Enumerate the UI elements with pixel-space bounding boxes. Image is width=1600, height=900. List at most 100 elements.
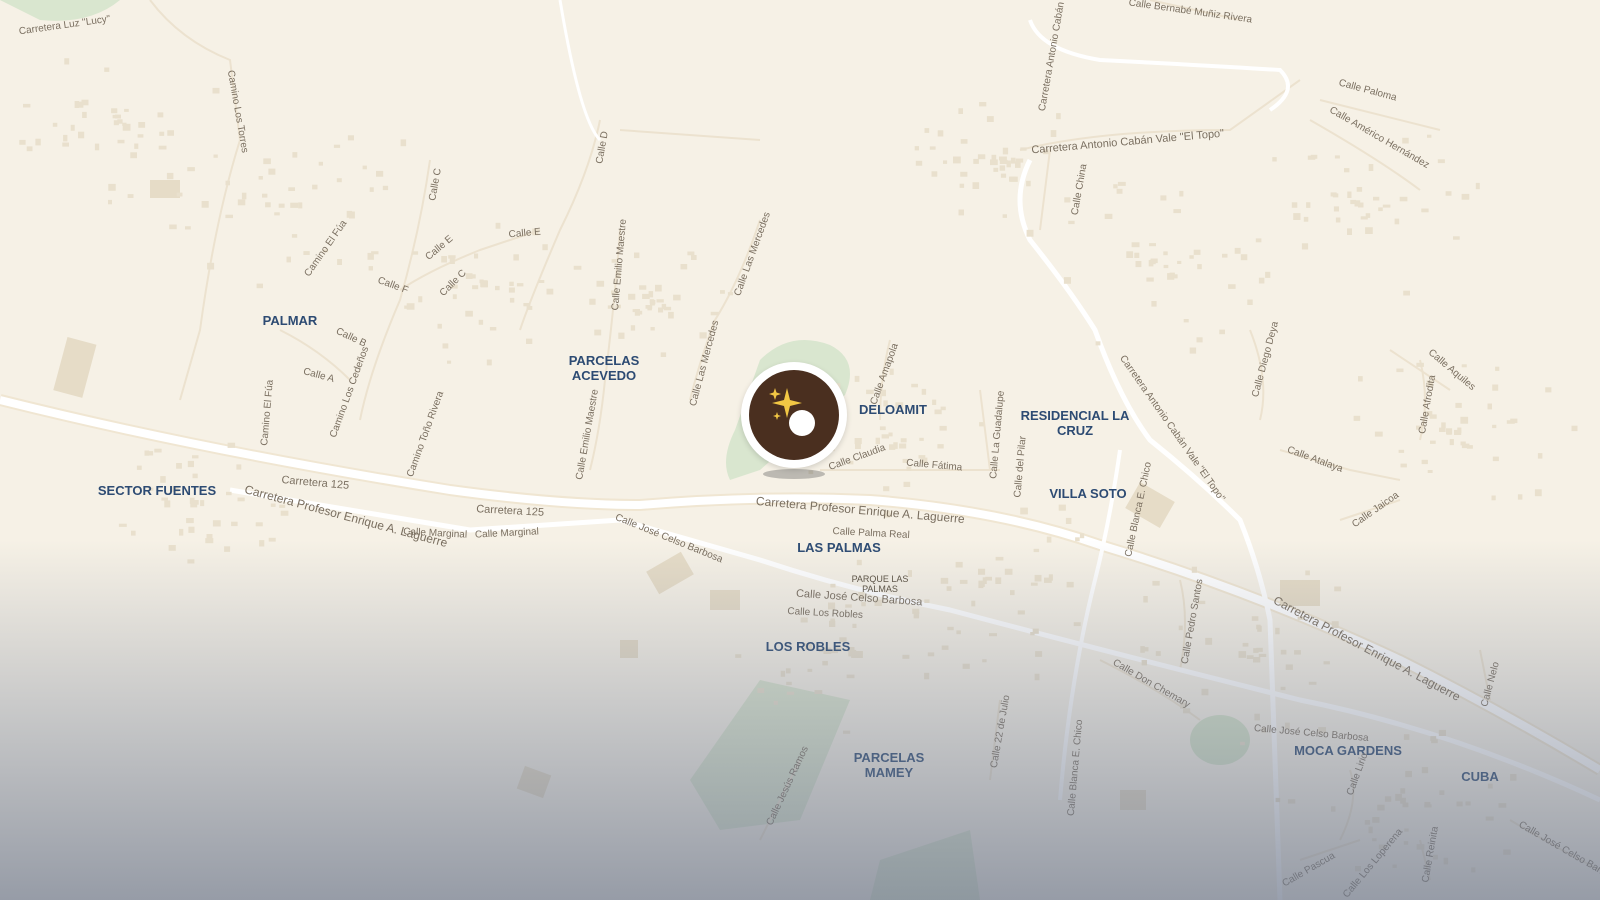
house [82, 111, 87, 118]
house [663, 306, 672, 311]
house [1293, 213, 1301, 220]
house [1002, 214, 1007, 218]
house [336, 178, 342, 183]
house [1030, 582, 1038, 586]
house [213, 154, 218, 158]
house [943, 160, 948, 164]
location-marker[interactable] [741, 362, 853, 482]
house [1430, 736, 1437, 741]
house [1066, 581, 1074, 588]
house [939, 425, 947, 431]
house [1350, 199, 1356, 205]
house [225, 214, 233, 219]
house [1256, 647, 1263, 652]
house [137, 134, 144, 138]
house [940, 577, 949, 584]
house [1356, 187, 1363, 192]
svg-text:PARQUE LAS: PARQUE LAS [852, 574, 909, 584]
house [1492, 424, 1497, 429]
house [70, 124, 75, 131]
house [618, 332, 625, 339]
house [159, 131, 165, 136]
house [176, 463, 182, 469]
house [1004, 568, 1013, 575]
house [472, 285, 479, 290]
house [971, 600, 976, 607]
house [773, 700, 778, 705]
house [207, 262, 215, 270]
house [94, 143, 100, 151]
house [785, 668, 791, 674]
house [333, 144, 341, 148]
house [1492, 456, 1499, 462]
place-label: LOS ROBLES [766, 639, 851, 654]
house [509, 281, 514, 286]
house [495, 222, 501, 229]
house [224, 546, 231, 552]
house [947, 626, 954, 631]
house [786, 681, 792, 686]
house [160, 476, 166, 483]
house [911, 383, 918, 388]
house [1177, 260, 1182, 264]
house [1095, 341, 1101, 346]
house [418, 296, 423, 303]
house [1441, 422, 1446, 429]
house [1152, 580, 1160, 586]
house [212, 520, 221, 527]
house [1201, 688, 1209, 696]
house [830, 583, 836, 588]
house [1333, 206, 1339, 212]
house [1421, 459, 1428, 465]
house [258, 176, 263, 180]
house [286, 256, 291, 263]
house [931, 171, 938, 177]
place-label: RESIDENCIAL LA [1021, 408, 1130, 423]
house [1163, 264, 1169, 269]
house [278, 203, 285, 208]
house [1134, 252, 1140, 258]
house [154, 448, 162, 453]
house [1058, 504, 1066, 511]
house [486, 359, 492, 366]
house [1358, 202, 1364, 208]
house [937, 444, 944, 449]
house [979, 102, 987, 107]
place-label: DELOAMIT [859, 402, 927, 417]
house [1009, 176, 1016, 182]
house [362, 165, 367, 170]
place-label: LAS PALMAS [797, 540, 881, 555]
house [526, 306, 533, 310]
house [1545, 387, 1552, 393]
house [509, 297, 515, 303]
house [111, 108, 118, 114]
house [1403, 734, 1410, 740]
house [1503, 849, 1511, 855]
house [855, 442, 861, 449]
house [1256, 624, 1261, 630]
house [179, 528, 184, 536]
house [1374, 431, 1383, 437]
house [924, 128, 930, 133]
house [1272, 157, 1277, 162]
house [465, 310, 473, 317]
house [660, 352, 667, 357]
house [680, 264, 688, 270]
house [124, 108, 129, 112]
house [1222, 253, 1228, 258]
house [104, 67, 110, 72]
house [369, 187, 374, 192]
house [959, 579, 968, 584]
house [280, 510, 289, 516]
house [1033, 548, 1040, 553]
house [1427, 134, 1432, 138]
place-label: PALMAR [263, 313, 318, 328]
house [225, 180, 230, 186]
house [136, 465, 142, 470]
house [144, 450, 150, 456]
house [647, 306, 652, 311]
house [573, 265, 582, 270]
house [1439, 427, 1446, 432]
house [1010, 590, 1015, 596]
house [1228, 284, 1236, 289]
